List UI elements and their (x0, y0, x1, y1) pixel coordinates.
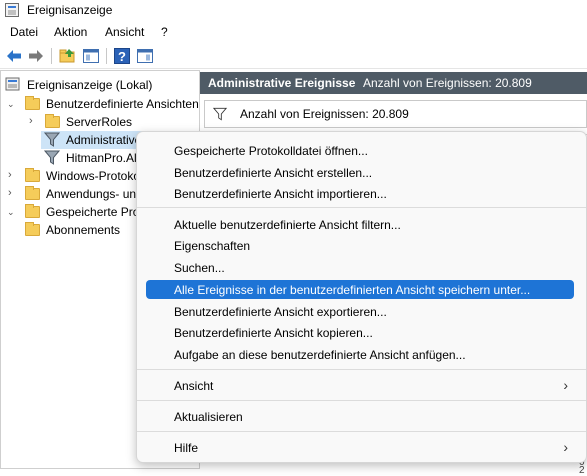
tree-label: HitmanPro.Alert (66, 151, 136, 165)
menu-item-label: Suchen... (174, 261, 225, 275)
title-bar: Ereignisanzeige (0, 0, 587, 20)
menu-item-label: Aktualisieren (174, 410, 243, 424)
action-pane-icon[interactable] (136, 47, 154, 65)
content-header-title: Administrative Ereignisse (208, 76, 356, 90)
help-icon[interactable]: ? (113, 47, 131, 65)
menu-ansicht[interactable]: Ansicht (105, 25, 144, 39)
tree-node-root[interactable]: Ereignisanzeige (Lokal) (5, 76, 195, 94)
menu-item-export-custom-view[interactable]: Benutzerdefinierte Ansicht exportieren..… (146, 302, 574, 321)
chevron-right-icon: › (563, 377, 568, 393)
forward-arrow-icon[interactable] (27, 47, 45, 65)
menu-separator (137, 207, 586, 208)
tree-node-hitmanpro[interactable]: HitmanPro.Alert (41, 149, 136, 167)
folder-icon (25, 186, 40, 200)
window-title: Ereignisanzeige (27, 3, 113, 17)
menu-item-label: Alle Ereignisse in der benutzerdefiniert… (174, 283, 531, 297)
menu-item-label: Aufgabe an diese benutzerdefinierte Ansi… (174, 348, 466, 362)
menu-datei[interactable]: Datei (10, 25, 38, 39)
content-header: Administrative Ereignisse Anzahl von Ere… (200, 72, 587, 94)
tree-node-windows-logs[interactable]: › Windows-Protokolle (7, 167, 137, 185)
chevron-right-icon[interactable]: › (8, 169, 12, 181)
menu-bar: Datei Aktion Ansicht ? (0, 21, 587, 41)
menu-item-properties[interactable]: Eigenschaften (146, 236, 574, 255)
tree-node-serverroles[interactable]: › ServerRoles (29, 113, 199, 131)
menu-item-refresh[interactable]: Aktualisieren (146, 407, 574, 426)
chevron-down-icon[interactable]: ⌄ (7, 207, 15, 218)
tree-node-app-logs[interactable]: › Anwendungs- und Dienstprotokolle (7, 185, 137, 203)
toolbar-separator (51, 48, 52, 64)
tree-label: Benutzerdefinierte Ansichten (46, 97, 199, 111)
menu-aktion[interactable]: Aktion (54, 25, 87, 39)
chevron-down-icon[interactable]: ⌄ (7, 99, 15, 110)
tree-node-saved-logs[interactable]: ⌄ Gespeicherte Protokolle (7, 203, 137, 221)
tree-label: Abonnements (46, 223, 121, 237)
folder-icon (25, 168, 40, 182)
menu-item-label: Ansicht (174, 379, 214, 393)
tree-label: Ereignisanzeige (Lokal) (27, 78, 153, 92)
context-menu: Gespeicherte Protokolldatei öffnen... Be… (136, 131, 587, 463)
menu-item-import-custom-view[interactable]: Benutzerdefinierte Ansicht importieren..… (146, 184, 574, 203)
menu-item-attach-task[interactable]: Aufgabe an diese benutzerdefinierte Ansi… (146, 345, 574, 364)
menu-item-label: Benutzerdefinierte Ansicht kopieren... (174, 326, 373, 340)
chevron-right-icon[interactable]: › (8, 187, 12, 199)
filter-bar: Anzahl von Ereignissen: 20.809 (204, 100, 587, 128)
filter-icon (44, 150, 60, 165)
menu-item-label: Benutzerdefinierte Ansicht importieren..… (174, 187, 387, 201)
menu-item-view[interactable]: Ansicht › (146, 376, 574, 395)
tree-label: ServerRoles (66, 115, 133, 129)
svg-text:?: ? (118, 49, 126, 64)
tree-label: Gespeicherte Protokolle (46, 205, 137, 219)
menu-item-label: Aktuelle benutzerdefinierte Ansicht filt… (174, 218, 401, 232)
open-folder-icon[interactable] (59, 47, 77, 65)
menu-separator (137, 400, 586, 401)
chevron-right-icon: › (563, 439, 568, 455)
folder-icon (45, 114, 60, 128)
menu-item-label: Benutzerdefinierte Ansicht erstellen... (174, 166, 373, 180)
menu-help[interactable]: ? (161, 25, 168, 39)
menu-separator (137, 369, 586, 370)
menu-item-filter-current-view[interactable]: Aktuelle benutzerdefinierte Ansicht filt… (146, 215, 574, 234)
chevron-right-icon[interactable]: › (29, 115, 33, 127)
menu-item-create-custom-view[interactable]: Benutzerdefinierte Ansicht erstellen... (146, 163, 574, 182)
tree-node-subscriptions[interactable]: Abonnements (25, 221, 137, 239)
content-header-count: Anzahl von Ereignissen: 20.809 (363, 76, 532, 90)
event-cell: 2 (579, 465, 585, 476)
menu-item-label: Hilfe (174, 441, 199, 455)
event-viewer-icon (5, 77, 20, 91)
console-tree-icon[interactable] (82, 47, 100, 65)
folder-icon (25, 204, 40, 218)
menu-item-label: Gespeicherte Protokolldatei öffnen... (174, 144, 368, 158)
event-viewer-app-icon (5, 3, 19, 17)
filter-icon (213, 107, 227, 121)
folder-icon (25, 222, 40, 236)
filter-count-label: Anzahl von Ereignissen: 20.809 (240, 107, 409, 121)
menu-item-label: Eigenschaften (174, 239, 251, 253)
menu-item-find[interactable]: Suchen... (146, 258, 574, 277)
tree-node-custom-views[interactable]: ⌄ Benutzerdefinierte Ansichten (7, 95, 201, 113)
menu-separator (137, 431, 586, 432)
tree-label: Anwendungs- und Dienstprotokolle (46, 187, 137, 201)
menu-item-help[interactable]: Hilfe › (146, 438, 574, 457)
toolbar: ? (0, 43, 587, 69)
folder-icon (25, 96, 40, 110)
tree-label: Windows-Protokolle (46, 169, 137, 183)
menu-item-save-all-events-as[interactable]: Alle Ereignisse in der benutzerdefiniert… (146, 280, 574, 299)
back-arrow-icon[interactable] (5, 47, 23, 65)
filter-icon (44, 132, 60, 147)
menu-item-open-saved-log[interactable]: Gespeicherte Protokolldatei öffnen... (146, 141, 574, 160)
toolbar-separator (106, 48, 107, 64)
menu-item-label: Benutzerdefinierte Ansicht exportieren..… (174, 305, 387, 319)
menu-item-copy-custom-view[interactable]: Benutzerdefinierte Ansicht kopieren... (146, 323, 574, 342)
